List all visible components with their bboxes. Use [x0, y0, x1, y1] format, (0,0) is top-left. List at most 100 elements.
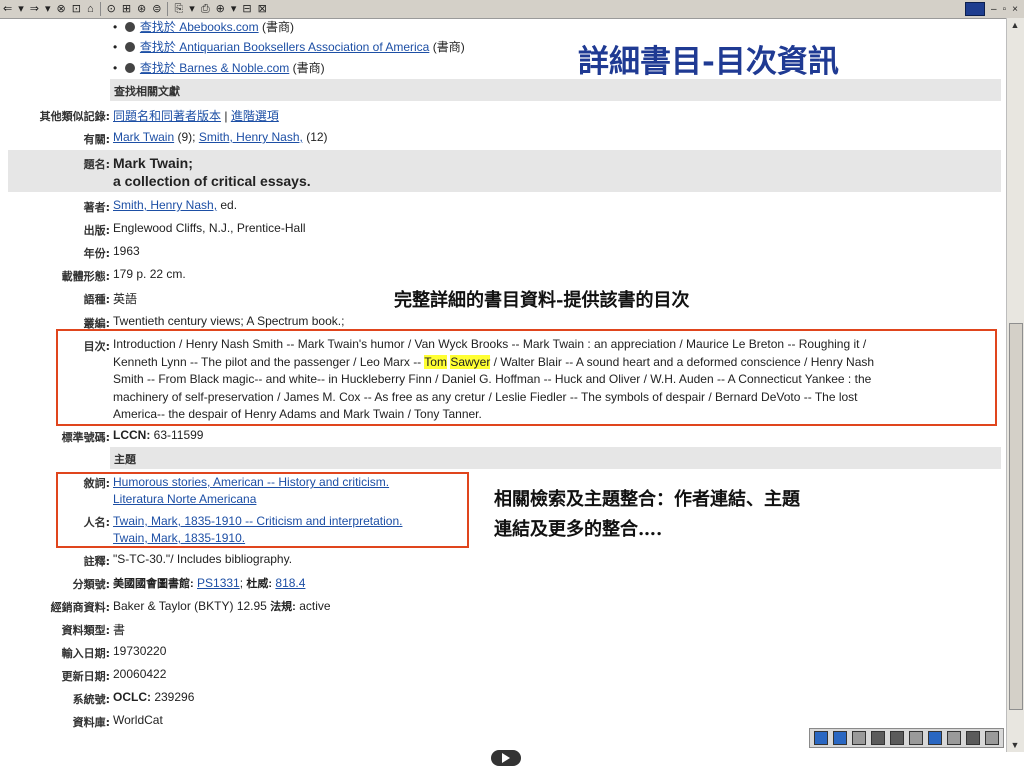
record-title-line2: a collection of critical essays. [113, 173, 311, 189]
field-label: 出版: [83, 224, 110, 237]
history-icon[interactable]: ⊜ [149, 0, 164, 18]
year-row: 年份: 1963 [8, 244, 1001, 260]
field-label: 年份: [83, 247, 110, 260]
comment-icon[interactable] [928, 731, 942, 745]
minimize-icon[interactable]: – [991, 4, 997, 15]
subjects-highlight-box [56, 472, 469, 548]
updated-row: 更新日期: 20060422 [8, 667, 1001, 683]
browser-toolbar: ⇐ ▾ ⇒ ▾ ⊗ ⊡ ⌂ ⊙ ⊞ ⊛ ⊜ ⎘ ▾ ⎙ ⊕ ▾ ⊟ ⊠ – ▫ … [0, 0, 1024, 19]
advanced-options-link[interactable]: 進階選項 [231, 109, 279, 123]
series-row: 叢編: Twentieth century views; A Spectrum … [8, 314, 1001, 330]
database-row: 資料庫: WorldCat [8, 713, 1001, 729]
field-label: 有關: [83, 133, 110, 146]
back-dropdown-icon[interactable]: ▾ [15, 0, 27, 18]
field-label: 著者: [83, 201, 110, 214]
edit-icon[interactable]: ⊕ [213, 0, 228, 18]
vendor-row: 經銷商資料: Baker & Taylor (BKTY) 12.95 法規: a… [8, 598, 1001, 614]
scroll-down-icon[interactable]: ▼ [1009, 739, 1021, 751]
updated-value: 20060422 [113, 667, 167, 681]
vertical-scrollbar[interactable]: ▲ ▼ [1006, 18, 1024, 752]
mail-icon[interactable]: ⎘ [171, 0, 186, 18]
notes-icon[interactable] [852, 731, 866, 745]
slideshow-toolbar [809, 728, 1004, 748]
stop-icon[interactable]: ⊗ [54, 0, 69, 18]
physical-value: 179 p. 22 cm. [113, 267, 186, 281]
vendor-type: (書商) [432, 40, 465, 54]
material-value: 書 [113, 623, 126, 637]
year-value: 1963 [113, 244, 140, 258]
note-value: "S-TC-30."/ Includes bibliography. [113, 552, 293, 566]
print-icon[interactable]: ⎙ [198, 0, 213, 18]
material-row: 資料類型: 書 [8, 621, 1001, 637]
bullet-icon: • [113, 61, 118, 75]
entered-value: 19730220 [113, 644, 167, 658]
home-icon[interactable]: ⌂ [84, 0, 97, 18]
system-number-row: 系統號: OCLC: 239296 [8, 690, 1001, 706]
author-row: 著者: Smith, Henry Nash, ed. [8, 198, 1001, 214]
field-label: 系統號: [72, 693, 110, 706]
slide-icon[interactable] [833, 731, 847, 745]
refresh-icon[interactable]: ⊡ [69, 0, 84, 18]
messenger-icon[interactable]: ⊠ [255, 0, 270, 18]
list-item: • 查找於 Abebooks.com (書商) [8, 18, 1001, 34]
publication-value: Englewood Cliffs, N.J., Prentice-Hall [113, 221, 306, 235]
sorter-icon[interactable] [890, 731, 904, 745]
abebooks-link[interactable]: 查找於 Abebooks.com [140, 20, 259, 34]
annotation-subjects-line1: 相關檢索及主題整合：作者連結、主題 [494, 489, 800, 510]
play-icon [502, 753, 510, 763]
oclc-value: 239296 [151, 690, 195, 704]
search-icon[interactable]: ⊙ [104, 0, 119, 18]
bullet-icon: • [113, 40, 118, 54]
field-label: 其他類似記錄: [39, 110, 110, 123]
dewey-class-link[interactable]: 818.4 [275, 576, 305, 590]
author-link[interactable]: Smith, Henry Nash, [113, 198, 217, 212]
restore-icon[interactable]: ▫ [1003, 4, 1007, 15]
bullet-icon: • [113, 20, 118, 34]
list-item: • 查找於 Antiquarian Booksellers Associatio… [8, 38, 1001, 54]
field-label: 經銷商資料: [50, 601, 110, 614]
discuss-icon[interactable]: ⊟ [239, 0, 254, 18]
section-title-subject: 主題 [114, 453, 136, 466]
series-value: Twentieth century views; A Spectrum book… [113, 314, 345, 328]
favorites-icon[interactable]: ⊞ [119, 0, 134, 18]
window-controls: – ▫ × [965, 0, 1018, 18]
scroll-thumb[interactable] [1009, 323, 1023, 710]
section-header: 查找相關文獻 [110, 79, 1001, 101]
edit-dropdown-icon[interactable]: ▾ [228, 0, 240, 18]
same-title-author-link[interactable]: 同題名和同著者版本 [113, 109, 221, 123]
field-label: 語種: [83, 293, 110, 306]
link-arrow-icon [124, 42, 135, 52]
antiquarian-link[interactable]: 查找於 Antiquarian Booksellers Association … [140, 40, 429, 54]
windows-logo-icon [965, 2, 986, 16]
vendor-type: (書商) [261, 20, 294, 34]
forward-dropdown-icon[interactable]: ▾ [42, 0, 54, 18]
edit-icon[interactable] [947, 731, 961, 745]
next-slide-button[interactable] [491, 750, 521, 766]
pen-icon[interactable] [909, 731, 923, 745]
view-icon[interactable] [871, 731, 885, 745]
help-icon[interactable] [985, 731, 999, 745]
list-item: • 查找於 Barnes & Noble.com (書商) [8, 59, 1001, 75]
media-icon[interactable]: ⊛ [134, 0, 149, 18]
title-row: 題名: Mark Twain; a collection of critical… [8, 150, 1001, 192]
scroll-up-icon[interactable]: ▲ [1009, 19, 1021, 31]
fill-icon[interactable] [966, 731, 980, 745]
back-icon[interactable]: ⇐ [0, 0, 15, 18]
outline-icon[interactable] [814, 731, 828, 745]
about-smith-link[interactable]: Smith, Henry Nash, [199, 130, 303, 144]
section-header: 主題 [110, 447, 1001, 469]
about-mark-twain-link[interactable]: Mark Twain [113, 130, 174, 144]
field-label: 輸入日期: [61, 647, 110, 660]
link-arrow-icon [124, 63, 135, 73]
physical-row: 載體形態: 179 p. 22 cm. [8, 267, 1001, 283]
forward-icon[interactable]: ⇒ [27, 0, 42, 18]
barnes-noble-link[interactable]: 查找於 Barnes & Noble.com [140, 61, 289, 75]
close-icon[interactable]: × [1012, 4, 1018, 15]
entered-row: 輸入日期: 19730220 [8, 644, 1001, 660]
mail-dropdown-icon[interactable]: ▾ [186, 0, 198, 18]
toolbar-divider [99, 2, 101, 16]
classification-row: 分類號: 美國國會圖書館: PS1331; 杜威: 818.4 [8, 575, 1001, 591]
field-label: 註釋: [83, 555, 110, 568]
field-label: 更新日期: [61, 670, 110, 683]
lc-class-link[interactable]: PS1331 [197, 576, 240, 590]
